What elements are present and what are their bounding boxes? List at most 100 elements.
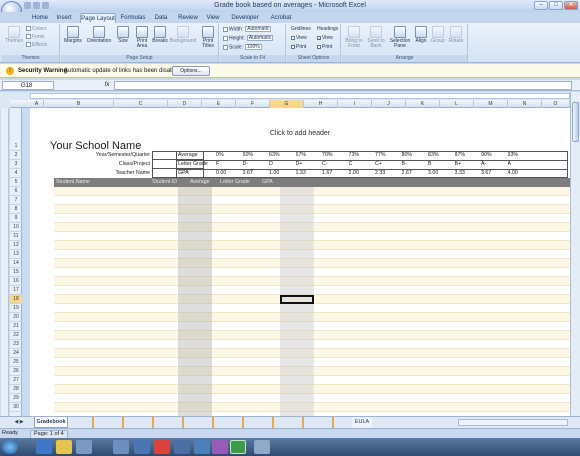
row-header-30[interactable]: 30	[10, 403, 22, 412]
row-header-11[interactable]: 11	[10, 232, 22, 241]
maximize-button[interactable]: □	[549, 1, 563, 10]
tab-review[interactable]: Review	[176, 13, 200, 23]
row-header-21[interactable]: 21	[10, 322, 22, 331]
size-button[interactable]: Size	[115, 26, 131, 44]
excel-taskbar-icon[interactable]	[230, 440, 246, 454]
height-dropdown[interactable]: Automatic	[246, 35, 274, 41]
vertical-scrollbar[interactable]	[570, 92, 580, 416]
folder-icon[interactable]	[56, 440, 72, 454]
row-header-14[interactable]: 14	[10, 259, 22, 268]
margins-button[interactable]: Margins	[63, 26, 83, 44]
column-header-n[interactable]: N	[508, 100, 542, 108]
tab-insert[interactable]: Insert	[54, 13, 74, 23]
table-header-cell[interactable]: Average	[190, 178, 210, 187]
column-header-j[interactable]: J	[372, 100, 406, 108]
chrome-icon[interactable]	[154, 440, 170, 454]
column-header-k[interactable]: K	[406, 100, 440, 108]
row-header-1[interactable]: 1	[10, 142, 22, 151]
row-header-10[interactable]: 10	[10, 223, 22, 232]
horizontal-scrollbar[interactable]	[458, 419, 568, 426]
onenote-icon[interactable]	[212, 440, 228, 454]
row-header-8[interactable]: 8	[10, 205, 22, 214]
print-titles-button[interactable]: Print Titles	[199, 26, 217, 49]
row-header-16[interactable]: 16	[10, 277, 22, 286]
options-button[interactable]: Options...	[172, 66, 210, 76]
sheet-tab-eula[interactable]: EULA	[352, 417, 372, 428]
active-cell[interactable]	[280, 295, 314, 304]
start-button[interactable]	[2, 440, 18, 454]
name-box[interactable]: G18	[2, 81, 54, 90]
width-control[interactable]: Width: Automatic	[223, 26, 272, 32]
row-header-24[interactable]: 24	[10, 349, 22, 358]
column-header-a[interactable]: A	[30, 100, 44, 108]
orientation-button[interactable]: Orientation	[85, 26, 113, 44]
breaks-button[interactable]: Breaks	[151, 26, 169, 44]
height-control[interactable]: Height: Automatic	[223, 35, 274, 41]
row-header-20[interactable]: 20	[10, 313, 22, 322]
gridlines-view-checkbox[interactable]: View	[291, 35, 307, 41]
align-button[interactable]: Align	[413, 26, 429, 44]
print-area-button[interactable]: Print Area	[133, 26, 151, 49]
column-header-c[interactable]: C	[114, 100, 168, 108]
row-header-3[interactable]: 3	[10, 160, 22, 169]
send-to-back-button[interactable]: Send to Back	[366, 26, 386, 49]
row-header-4[interactable]: 4	[10, 169, 22, 178]
fonts-button[interactable]: Fonts	[26, 34, 45, 40]
powerpoint-icon[interactable]	[174, 440, 190, 454]
table-header-cell[interactable]: GPA	[262, 178, 273, 187]
rotate-button[interactable]: Rotate	[447, 26, 465, 44]
row-header-25[interactable]: 25	[10, 358, 22, 367]
tab-developer[interactable]: Developer	[228, 13, 262, 23]
column-header-e[interactable]: E	[202, 100, 236, 108]
insert-function-icon[interactable]: fx	[102, 81, 112, 90]
bring-to-front-button[interactable]: Bring to Front	[344, 26, 364, 49]
column-header-g[interactable]: G	[270, 100, 304, 108]
horizontal-ruler[interactable]	[30, 93, 570, 99]
close-button[interactable]: ✕	[564, 1, 578, 10]
tools-icon[interactable]	[254, 440, 270, 454]
column-header-m[interactable]: M	[474, 100, 508, 108]
tab-view[interactable]: View	[204, 13, 222, 23]
effects-button[interactable]: Effects	[26, 42, 47, 48]
column-header-h[interactable]: H	[304, 100, 338, 108]
media-player-icon[interactable]	[76, 440, 92, 454]
row-header-28[interactable]: 28	[10, 385, 22, 394]
scale-spinner[interactable]: 100%	[244, 44, 262, 50]
group-button[interactable]: Group	[430, 26, 446, 44]
selection-pane-button[interactable]: Selection Pane	[388, 26, 412, 49]
width-dropdown[interactable]: Automatic	[245, 26, 272, 32]
tab-formulas[interactable]: Formulas	[120, 13, 146, 23]
row-header-26[interactable]: 26	[10, 367, 22, 376]
tab-page-layout[interactable]: Page Layout	[80, 13, 116, 23]
column-header-d[interactable]: D	[168, 100, 202, 108]
outlook-icon[interactable]	[113, 440, 129, 454]
row-header-9[interactable]: 9	[10, 214, 22, 223]
row-header-15[interactable]: 15	[10, 268, 22, 277]
row-header-18[interactable]: 18	[10, 295, 22, 304]
column-header-o[interactable]: O	[542, 100, 570, 108]
row-header-2[interactable]: 2	[10, 151, 22, 160]
background-button[interactable]: Background	[169, 26, 197, 44]
row-header-6[interactable]: 6	[10, 187, 22, 196]
hidden-sheet-tabs[interactable]	[70, 417, 350, 428]
header-placeholder[interactable]: Click to add header	[30, 130, 570, 137]
table-header-cell[interactable]: Student ID	[152, 178, 177, 187]
minimize-button[interactable]: –	[534, 1, 548, 10]
word-icon[interactable]	[134, 440, 150, 454]
column-header-b[interactable]: B	[44, 100, 114, 108]
row-header-7[interactable]: 7	[10, 196, 22, 205]
column-header-l[interactable]: L	[440, 100, 474, 108]
row-header-22[interactable]: 22	[10, 331, 22, 340]
worksheet-page[interactable]: Click to add header Your School Name Year…	[30, 108, 570, 416]
gridlines-print-checkbox[interactable]: Print	[291, 44, 306, 50]
row-header-27[interactable]: 27	[10, 376, 22, 385]
row-header-29[interactable]: 29	[10, 394, 22, 403]
headings-print-checkbox[interactable]: Print	[317, 44, 332, 50]
row-header-5[interactable]: 5	[10, 178, 22, 187]
scale-control[interactable]: Scale: 100%	[223, 44, 262, 50]
row-header-12[interactable]: 12	[10, 241, 22, 250]
row-header-17[interactable]: 17	[10, 286, 22, 295]
tab-acrobat[interactable]: Acrobat	[268, 13, 294, 23]
row-header-23[interactable]: 23	[10, 340, 22, 349]
messenger-icon[interactable]	[194, 440, 210, 454]
